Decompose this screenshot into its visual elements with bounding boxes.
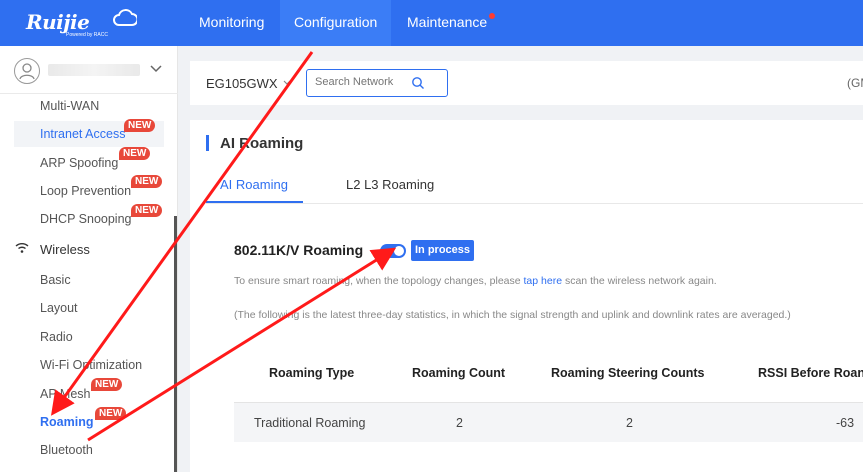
new-badge: NEW (95, 407, 127, 420)
sidebar-item-bluetooth[interactable]: Bluetooth (40, 443, 93, 457)
sidebar-item-multi-wan[interactable]: Multi-WAN (40, 99, 99, 113)
nav-maintenance-label: Maintenance (407, 14, 488, 30)
wifi-icon (15, 243, 29, 253)
alert-dot (489, 13, 496, 19)
ruijie-logo[interactable]: Ruijie Powered by RACC (26, 7, 138, 41)
status-badge: In process (411, 240, 475, 261)
nav-monitoring-label: Monitoring (199, 14, 265, 30)
sidebar-item-label: ARP Spoofing (40, 156, 119, 170)
feature-title: 802.11K/V Roaming (234, 242, 364, 258)
chevron-down-icon[interactable] (148, 60, 164, 76)
nav-maintenance[interactable]: Maintenance (407, 0, 496, 46)
sidebar-item-arp-spoofing[interactable]: ARP Spoofing (40, 156, 118, 170)
hint-prefix: To ensure smart roaming, when the topolo… (234, 275, 521, 287)
sidebar-item-ap-mesh[interactable]: AP Mesh (40, 387, 91, 401)
nav-monitoring[interactable]: Monitoring (199, 0, 264, 46)
avatar[interactable] (14, 58, 40, 84)
sidebar-item-basic[interactable]: Basic (40, 273, 71, 287)
search-input[interactable] (315, 76, 415, 88)
top-nav-bar: Ruijie Powered by RACC Monitoring Config… (0, 0, 863, 46)
sidebar-item-label: Radio (40, 330, 73, 344)
table-cell-roaming-type: Traditional Roaming (254, 416, 366, 430)
hint-suffix: scan the wireless network again. (564, 275, 717, 287)
nav-configuration-label: Configuration (294, 14, 378, 30)
sidebar-item-radio[interactable]: Radio (40, 330, 73, 344)
sidebar-item-label: Layout (40, 301, 78, 315)
column-header-steering-counts: Roaming Steering Counts (551, 366, 705, 380)
table-cell-steering-counts: 2 (626, 416, 633, 430)
logo-text: Ruijie (26, 10, 90, 34)
column-header-rssi-before: RSSI Before Roan (758, 366, 863, 380)
sidebar-item-dhcp-snooping[interactable]: DHCP Snooping (40, 212, 132, 226)
tab-l2-l3-roaming[interactable]: L2 L3 Roaming (346, 177, 434, 192)
device-selector[interactable]: EG105GWX (206, 76, 278, 91)
table-cell-roaming-count: 2 (456, 416, 463, 430)
scan-hint: To ensure smart roaming, when the topolo… (234, 275, 717, 287)
tabs-divider (206, 203, 863, 204)
sidebar-item-loop-prevention[interactable]: Loop Prevention (40, 184, 131, 198)
user-menu[interactable] (0, 46, 178, 94)
tap-here-link[interactable]: tap here (524, 275, 563, 287)
sidebar-item-label: Loop Prevention (40, 184, 132, 198)
sidebar-item-label: AP Mesh (40, 387, 91, 401)
tab-ai-roaming[interactable]: AI Roaming (220, 177, 288, 192)
sidebar: Multi-WAN Intranet Access NEW ARP Spoofi… (0, 46, 178, 472)
column-header-roaming-type: Roaming Type (269, 366, 355, 380)
sidebar-item-label: Wi-Fi Optimization (40, 358, 143, 372)
page-title: AI Roaming (220, 135, 304, 152)
statistics-note: (The following is the latest three-day s… (234, 309, 791, 321)
roaming-toggle[interactable] (380, 244, 406, 258)
ai-roaming-panel: AI Roaming AI Roaming L2 L3 Roaming 802.… (190, 120, 863, 472)
new-badge: NEW (131, 175, 163, 188)
sidebar-section-wireless[interactable]: Wireless (40, 242, 90, 257)
sidebar-item-label: Roaming (40, 415, 94, 429)
sidebar-item-label: Basic (40, 273, 71, 287)
sidebar-item-layout[interactable]: Layout (40, 301, 78, 315)
sidebar-item-label: Multi-WAN (40, 99, 100, 113)
sidebar-item-roaming[interactable]: Roaming (40, 415, 93, 429)
username-redacted (48, 64, 140, 76)
new-badge: NEW (131, 204, 163, 217)
sidebar-item-wifi-optimization[interactable]: Wi-Fi Optimization (40, 358, 142, 372)
search-icon[interactable] (411, 76, 425, 90)
user-icon (19, 63, 35, 80)
column-header-roaming-count: Roaming Count (412, 366, 506, 380)
sidebar-item-label: DHCP Snooping (40, 212, 132, 226)
toggle-knob (394, 246, 404, 256)
logo-subtext: Powered by RACC (66, 32, 108, 38)
sidebar-scrollbar[interactable] (174, 216, 177, 472)
chevron-down-icon[interactable] (282, 78, 292, 88)
sidebar-item-intranet-access[interactable]: Intranet Access (40, 127, 125, 141)
new-badge: NEW (119, 147, 151, 160)
sidebar-item-label: Bluetooth (40, 443, 93, 457)
new-badge: NEW (91, 378, 123, 391)
device-toolbar: EG105GWX (GM (190, 61, 863, 105)
sidebar-item-label: Intranet Access (40, 127, 126, 141)
table-cell-rssi-before: -63 (836, 416, 855, 430)
title-accent-bar (206, 135, 209, 151)
timezone-label: (GM (847, 76, 863, 90)
cloud-icon (113, 9, 137, 26)
search-network-box[interactable] (306, 69, 448, 97)
nav-configuration[interactable]: Configuration (280, 0, 392, 46)
new-badge: NEW (124, 119, 156, 132)
